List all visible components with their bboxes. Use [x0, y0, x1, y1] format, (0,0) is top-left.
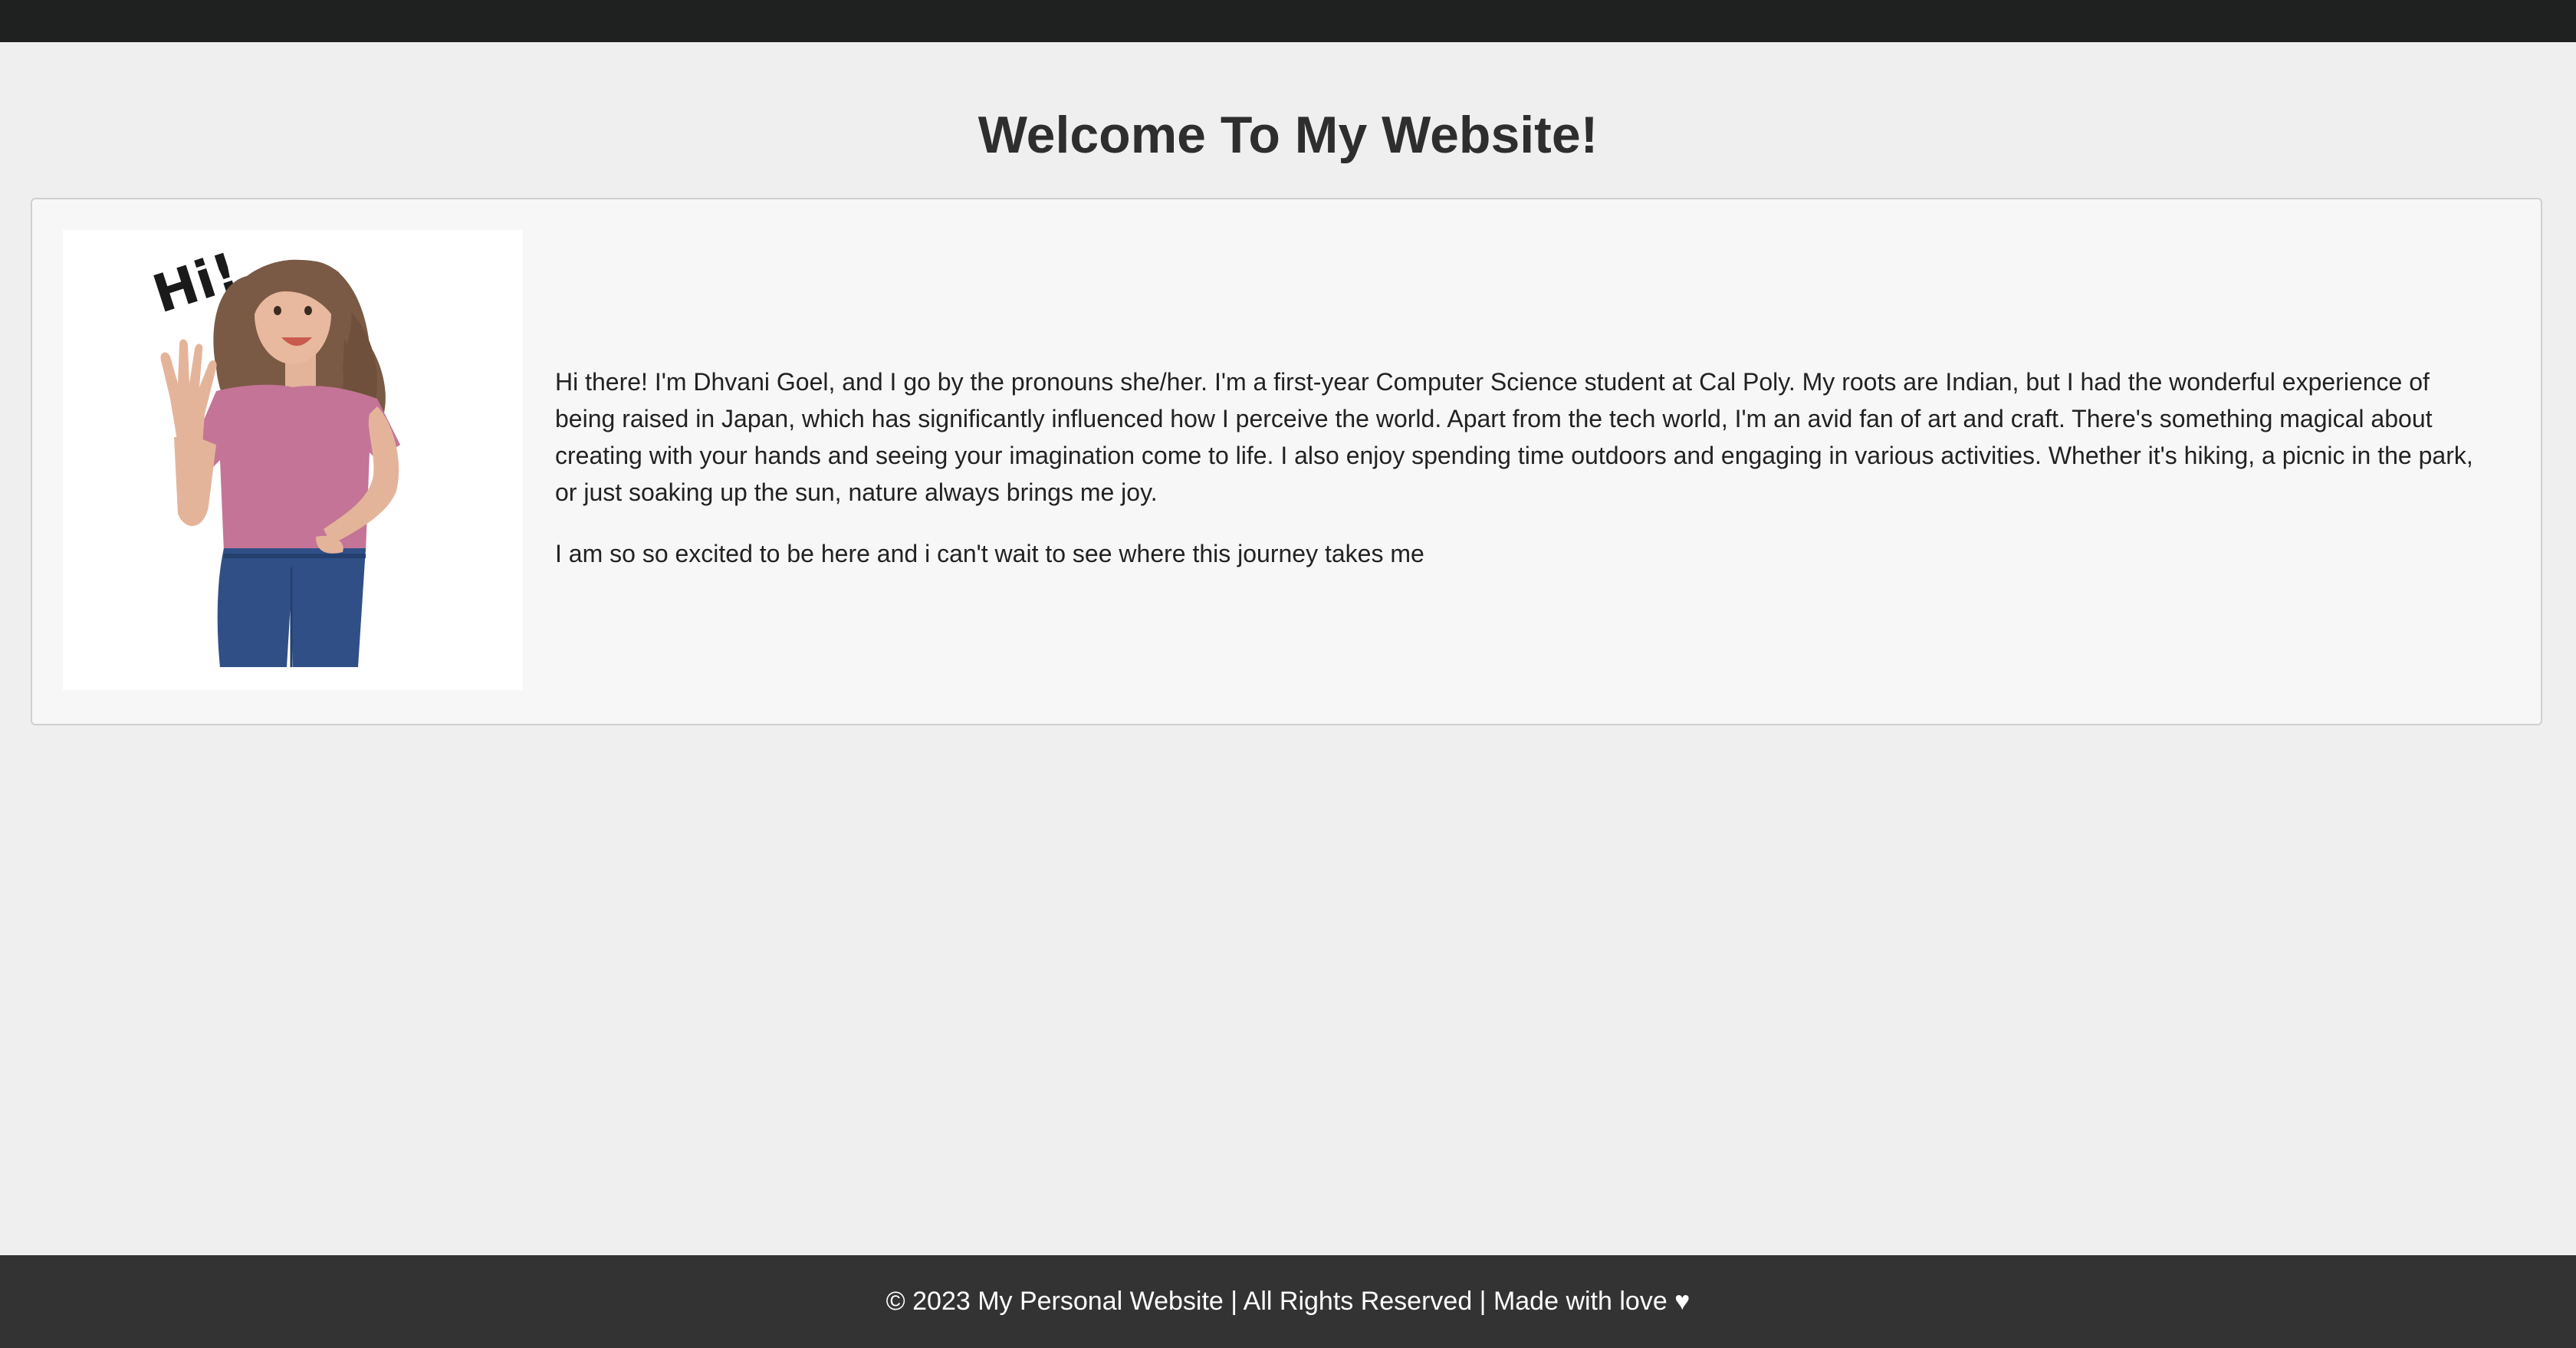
about-card: Hi! Hi there! I'm Dhvani Goel, and I go …	[31, 198, 2542, 725]
page-title: Welcome To My Website!	[978, 106, 1598, 164]
profile-illustration: Hi!	[63, 230, 523, 690]
bio-section: Hi there! I'm Dhvani Goel, and I go by t…	[555, 363, 2487, 597]
footer: © 2023 My Personal Website | All Rights …	[0, 1255, 2576, 1348]
bio-paragraph: Hi there! I'm Dhvani Goel, and I go by t…	[555, 368, 2473, 506]
footer-copyright: © 2023 My Personal Website | All Rights …	[886, 1287, 1691, 1316]
waving-girl-illustration: Hi!	[146, 242, 400, 667]
top-navbar	[0, 0, 2576, 42]
bio-paragraph-closing: I am so so excited to be here and i can'…	[555, 540, 1424, 567]
